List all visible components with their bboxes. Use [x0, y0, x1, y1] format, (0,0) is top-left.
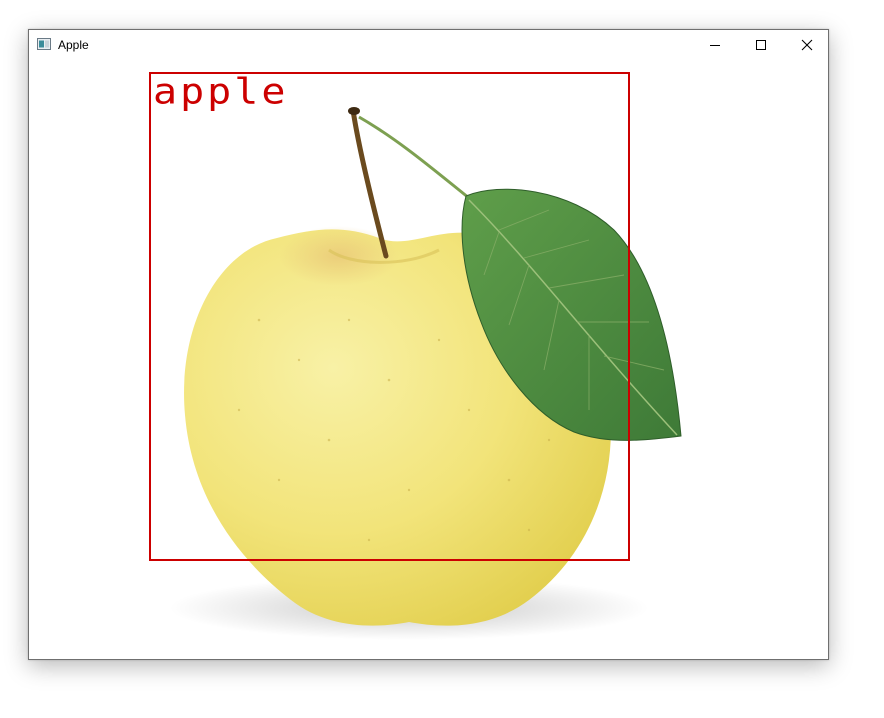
close-button[interactable]: [784, 30, 830, 59]
image-canvas: apple: [29, 60, 828, 659]
window-app-icon: [37, 38, 51, 50]
close-icon: [801, 39, 813, 50]
app-window: Apple apple: [28, 29, 829, 660]
minimize-icon: [710, 44, 720, 46]
title-bar[interactable]: Apple: [29, 30, 828, 60]
maximize-icon: [756, 39, 766, 50]
window-title: Apple: [58, 38, 89, 52]
detection-bounding-box: [149, 72, 630, 561]
detection-label: apple: [153, 70, 289, 113]
minimize-button[interactable]: [692, 30, 738, 59]
maximize-button[interactable]: [738, 30, 784, 59]
